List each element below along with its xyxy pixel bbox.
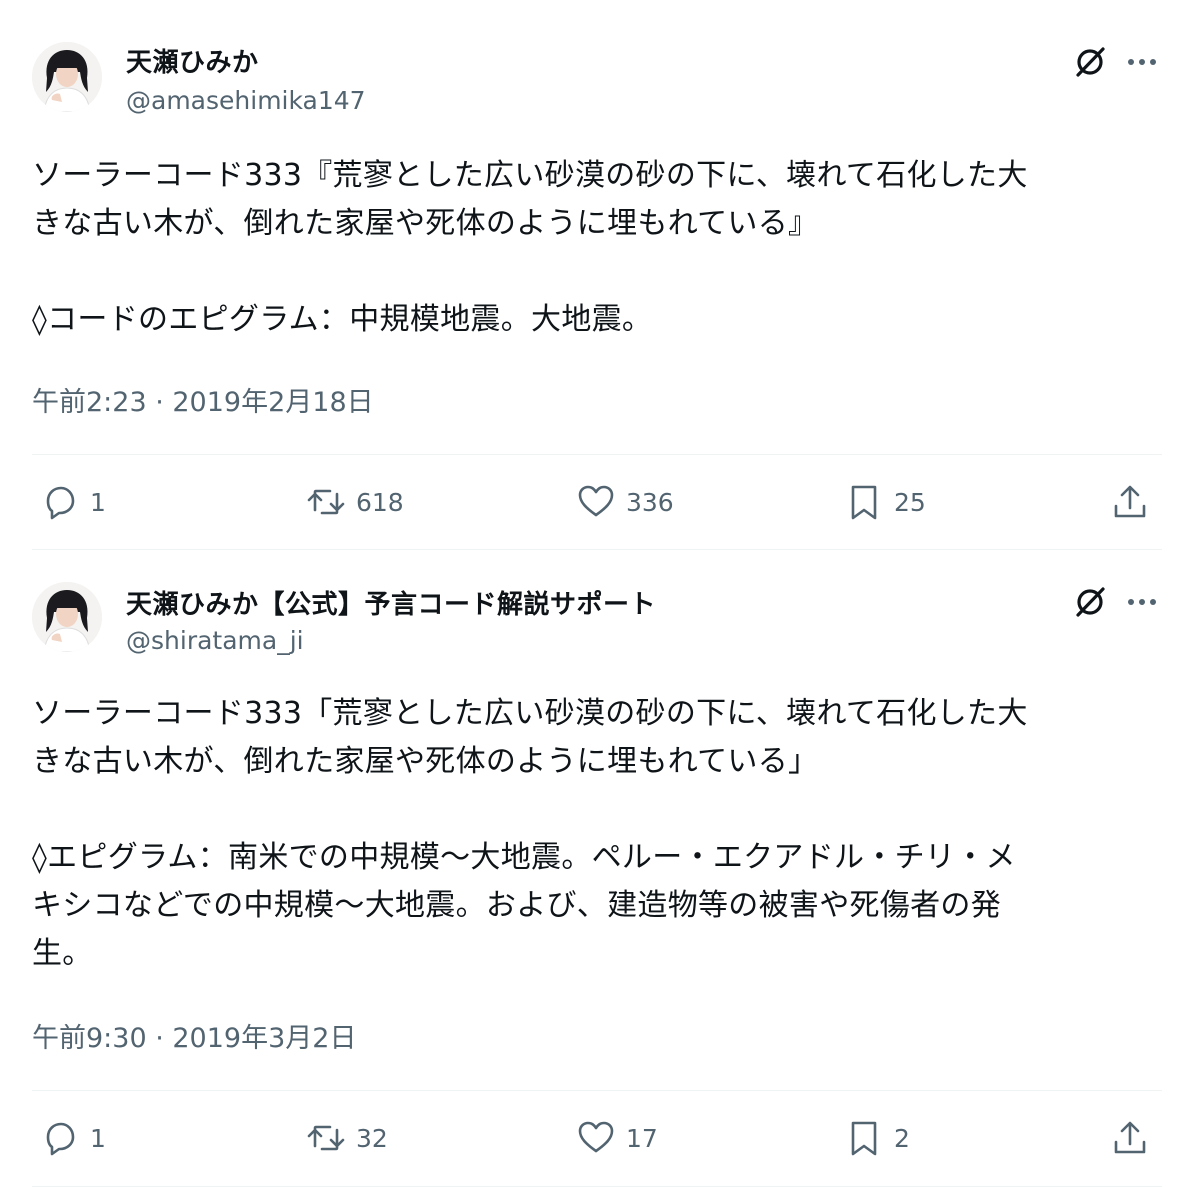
heart-icon: [578, 1121, 614, 1153]
tweet-timestamp[interactable]: 午前2:23 · 2019年2月18日: [32, 380, 374, 419]
like-count: 17: [626, 1123, 658, 1153]
divider: [32, 1090, 1162, 1091]
reply-icon: [46, 486, 75, 520]
heart-icon: [578, 485, 614, 517]
retweet-icon: [307, 1125, 345, 1151]
display-name[interactable]: 天瀬ひみか【公式】予言コード解説サポート: [126, 584, 656, 621]
bookmark-button[interactable]: 2: [844, 1108, 910, 1168]
retweet-count: 618: [356, 487, 404, 517]
tweet-text: ソーラーコード333『荒寥とした広い砂漠の砂の下に、壊れて石化した大 きな古い木…: [32, 158, 1028, 337]
avatar[interactable]: [32, 42, 102, 112]
share-icon: [1114, 1121, 1146, 1154]
reply-count: 1: [90, 487, 106, 517]
action-bar: 1 618 336 25: [32, 472, 1162, 532]
bookmark-icon: [851, 1121, 877, 1156]
action-bar: 1 32 17 2: [32, 1108, 1162, 1168]
bookmark-button[interactable]: 25: [844, 472, 926, 532]
more-icon[interactable]: [1124, 588, 1160, 616]
retweet-button[interactable]: 618: [306, 472, 404, 532]
tweet-timestamp[interactable]: 午前9:30 · 2019年3月2日: [32, 1016, 356, 1055]
user-handle[interactable]: @amasehimika147: [126, 86, 366, 115]
retweet-button[interactable]: 32: [306, 1108, 388, 1168]
tweet[interactable]: 天瀬ひみか【公式】予言コード解説サポート @shiratama_ji ソーラーコ…: [0, 550, 1200, 1187]
tweet[interactable]: 天瀬ひみか @amasehimika147 ソーラーコード333『荒寥とした広い…: [0, 0, 1200, 550]
bookmark-icon: [851, 485, 877, 520]
divider: [32, 454, 1162, 455]
like-button[interactable]: 17: [576, 1108, 658, 1168]
reply-button[interactable]: 1: [40, 1108, 106, 1168]
retweet-count: 32: [356, 1123, 388, 1153]
share-button[interactable]: [1110, 1108, 1150, 1168]
tweet-text: ソーラーコード333「荒寥とした広い砂漠の砂の下に、壊れて石化した大 きな古い木…: [32, 696, 1028, 971]
reply-icon: [46, 1122, 75, 1156]
display-name[interactable]: 天瀬ひみか: [126, 42, 259, 79]
like-count: 336: [626, 487, 674, 517]
reply-button[interactable]: 1: [40, 472, 106, 532]
grok-icon[interactable]: [1072, 44, 1108, 80]
grok-icon[interactable]: [1072, 584, 1108, 620]
reply-count: 1: [90, 1123, 106, 1153]
share-icon: [1114, 485, 1146, 518]
bookmark-count: 25: [894, 487, 926, 517]
bookmark-count: 2: [894, 1123, 910, 1153]
more-icon[interactable]: [1124, 48, 1160, 76]
share-button[interactable]: [1110, 472, 1150, 532]
avatar[interactable]: [32, 582, 102, 652]
like-button[interactable]: 336: [576, 472, 674, 532]
retweet-icon: [307, 489, 345, 515]
tweet-feed: 天瀬ひみか @amasehimika147 ソーラーコード333『荒寥とした広い…: [0, 0, 1200, 1187]
user-handle[interactable]: @shiratama_ji: [126, 626, 304, 655]
